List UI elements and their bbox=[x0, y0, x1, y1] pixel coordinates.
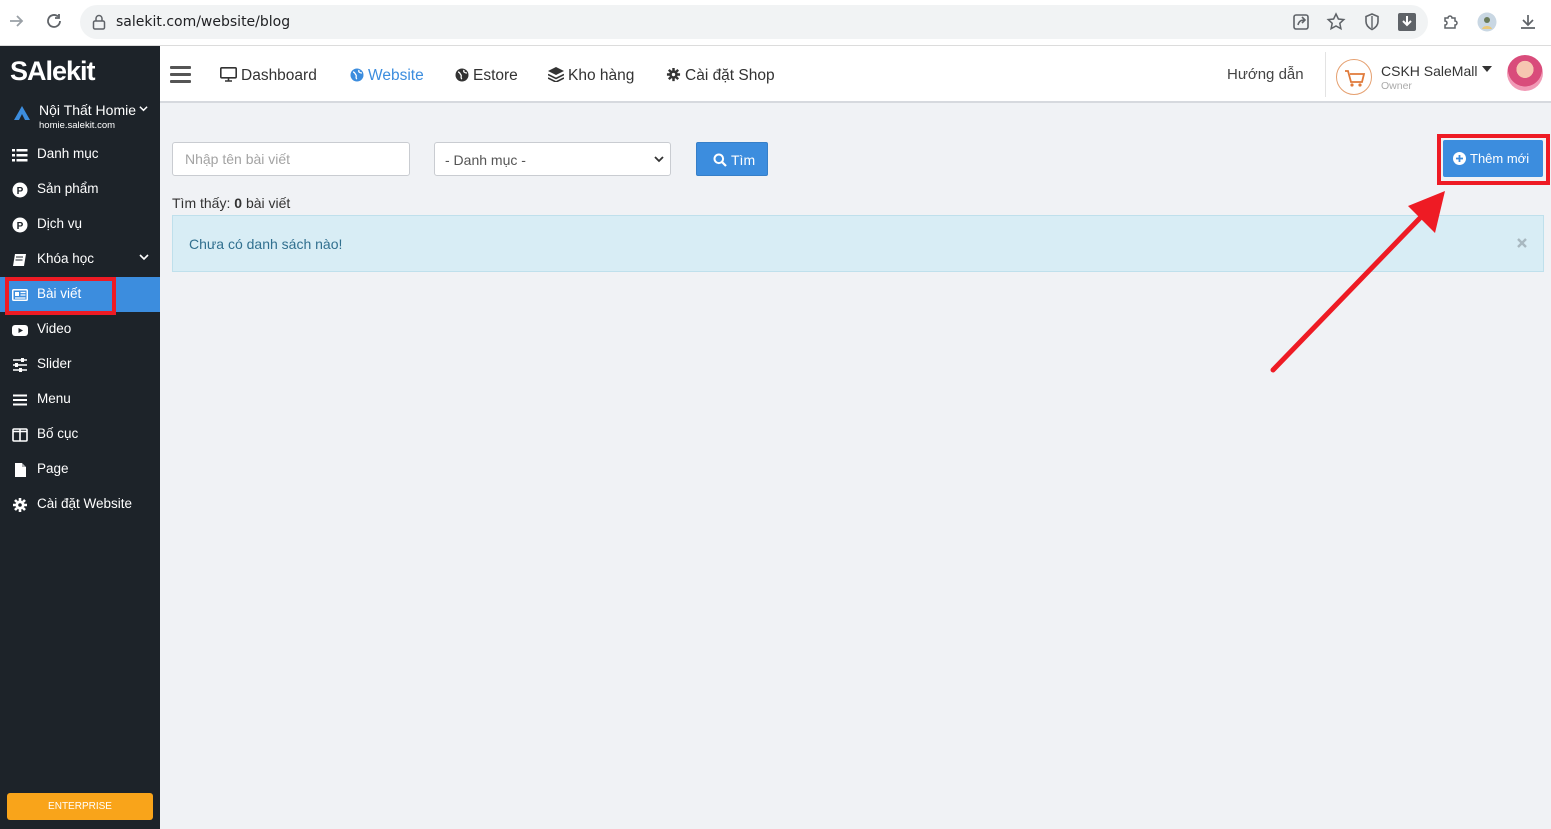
chevron-down-icon bbox=[139, 104, 148, 116]
result-count: Tìm thấy: 0 bài viết bbox=[172, 195, 290, 211]
shop-switcher[interactable]: Nội Thất Homie homie.salekit.com bbox=[14, 102, 154, 134]
nav-cai-dat-shop[interactable]: Cài đặt Shop bbox=[666, 67, 775, 85]
svg-text:P: P bbox=[17, 186, 24, 197]
category-selected-value: - Danh mục - bbox=[445, 152, 526, 168]
sidebar-item-label: Sản phẩm bbox=[37, 181, 99, 196]
profile-icon[interactable] bbox=[1477, 12, 1497, 32]
divider bbox=[1325, 52, 1326, 97]
sidebar-item-label: Khóa học bbox=[37, 251, 95, 266]
guide-link[interactable]: Hướng dẫn bbox=[1227, 66, 1304, 83]
url-text: salekit.com/website/blog bbox=[116, 14, 291, 30]
search-button[interactable]: Tìm bbox=[696, 142, 768, 176]
sidebar-item-cai-dat-website[interactable]: Cài đặt Website bbox=[0, 487, 160, 522]
annotation-arrow bbox=[1270, 191, 1445, 373]
annotation-highlight-sidebar-item bbox=[5, 277, 116, 315]
globe-icon bbox=[455, 68, 469, 82]
globe-icon bbox=[350, 68, 364, 82]
shop-logo-icon bbox=[14, 106, 30, 120]
add-new-button[interactable]: Thêm mới bbox=[1443, 140, 1543, 177]
columns-icon bbox=[12, 428, 28, 442]
sidebar-item-page[interactable]: Page bbox=[0, 452, 160, 487]
store-cart-logo-icon[interactable] bbox=[1336, 59, 1372, 95]
empty-alert: Chưa có danh sách nào! bbox=[172, 215, 1544, 272]
nav-website[interactable]: Website bbox=[350, 67, 424, 85]
browser-toolbar: salekit.com/website/blog bbox=[0, 0, 1551, 46]
account-role: Owner bbox=[1381, 80, 1412, 92]
sidebar-item-label: Menu bbox=[37, 391, 71, 406]
avatar[interactable] bbox=[1507, 55, 1543, 91]
nav-link-label: Kho hàng bbox=[568, 67, 635, 84]
sidebar-item-label: Slider bbox=[37, 356, 72, 371]
nav-link-label: Cài đặt Shop bbox=[685, 67, 775, 84]
enterprise-badge[interactable]: ENTERPRISE bbox=[7, 793, 153, 820]
extensions-puzzle-icon[interactable] bbox=[1441, 12, 1461, 32]
sidebar-item-khoa-hoc[interactable]: Khóa học bbox=[0, 242, 160, 277]
empty-message: Chưa có danh sách nào! bbox=[189, 236, 343, 252]
shop-name: Nội Thất Homie bbox=[39, 102, 137, 118]
result-number: 0 bbox=[234, 195, 243, 211]
search-icon bbox=[713, 153, 727, 167]
gear-icon bbox=[13, 498, 27, 512]
account-name[interactable]: CSKH SaleMall bbox=[1381, 63, 1477, 79]
bars-icon bbox=[13, 394, 27, 406]
svg-text:P: P bbox=[17, 221, 24, 232]
sidebar-item-label: Danh mục bbox=[37, 146, 99, 161]
sidebar-item-bo-cuc[interactable]: Bố cục bbox=[0, 417, 160, 452]
book-icon bbox=[13, 254, 26, 266]
sidebar-item-menu[interactable]: Menu bbox=[0, 382, 160, 417]
sidebar-item-slider[interactable]: Slider bbox=[0, 347, 160, 382]
sliders-icon bbox=[13, 358, 27, 372]
reload-icon[interactable] bbox=[43, 12, 65, 34]
download-extension-icon[interactable] bbox=[1397, 12, 1417, 32]
caret-down-icon[interactable] bbox=[1482, 66, 1492, 72]
shield-icon[interactable] bbox=[1362, 12, 1382, 32]
sidebar-item-label: Dịch vụ bbox=[37, 216, 83, 231]
file-icon bbox=[15, 463, 26, 477]
downloads-icon[interactable] bbox=[1518, 12, 1538, 32]
sidebar-item-label: Bố cục bbox=[37, 426, 79, 441]
search-input[interactable] bbox=[172, 142, 410, 176]
desktop-icon bbox=[220, 67, 237, 82]
chevron-down-icon bbox=[139, 254, 149, 261]
category-select[interactable]: - Danh mục - bbox=[434, 142, 671, 176]
sidebar-item-dich-vu[interactable]: P Dịch vụ bbox=[0, 207, 160, 242]
add-new-button-label: Thêm mới bbox=[1470, 151, 1530, 166]
salekit-logo[interactable]: SAlekit bbox=[10, 56, 96, 87]
sidebar-item-label: Page bbox=[37, 461, 69, 476]
nav-dashboard[interactable]: Dashboard bbox=[220, 67, 317, 85]
share-icon[interactable] bbox=[1291, 12, 1311, 32]
sidebar-item-label: Cài đặt Website bbox=[37, 496, 133, 511]
sidebar-item-san-pham[interactable]: P Sản phẩm bbox=[0, 172, 160, 207]
list-icon bbox=[12, 149, 28, 162]
chevron-down-icon bbox=[654, 156, 664, 163]
forward-icon[interactable] bbox=[6, 12, 28, 34]
sidebar-item-label: Video bbox=[37, 321, 72, 336]
shop-domain: homie.salekit.com bbox=[39, 120, 116, 131]
nav-link-label: Estore bbox=[473, 67, 518, 84]
plus-circle-icon bbox=[1453, 152, 1466, 165]
result-prefix: Tìm thấy: bbox=[172, 195, 231, 211]
result-suffix: bài viết bbox=[245, 195, 291, 211]
address-bar[interactable]: salekit.com/website/blog bbox=[80, 5, 1428, 39]
youtube-icon bbox=[12, 325, 28, 336]
sidebar: SAlekit Nội Thất Homie homie.salekit.com… bbox=[0, 46, 160, 829]
gear-icon bbox=[666, 67, 681, 82]
bookmark-star-icon[interactable] bbox=[1326, 12, 1346, 32]
search-button-label: Tìm bbox=[731, 152, 756, 168]
hamburger-menu-icon[interactable] bbox=[170, 66, 191, 84]
service-circle-icon: P bbox=[12, 217, 28, 233]
nav-estore[interactable]: Estore bbox=[455, 67, 518, 85]
sidebar-item-video[interactable]: Video bbox=[0, 312, 160, 347]
nav-link-label: Website bbox=[368, 67, 424, 84]
sidebar-item-danh-muc[interactable]: Danh mục bbox=[0, 137, 160, 172]
layers-icon bbox=[547, 67, 565, 83]
close-icon[interactable] bbox=[1517, 232, 1527, 253]
lock-icon bbox=[92, 14, 106, 30]
nav-link-label: Dashboard bbox=[241, 67, 317, 84]
product-circle-icon: P bbox=[12, 182, 28, 198]
top-navigation: Dashboard Website Estore Kho hàng Cài đặ… bbox=[160, 46, 1551, 103]
nav-kho-hang[interactable]: Kho hàng bbox=[547, 67, 635, 85]
